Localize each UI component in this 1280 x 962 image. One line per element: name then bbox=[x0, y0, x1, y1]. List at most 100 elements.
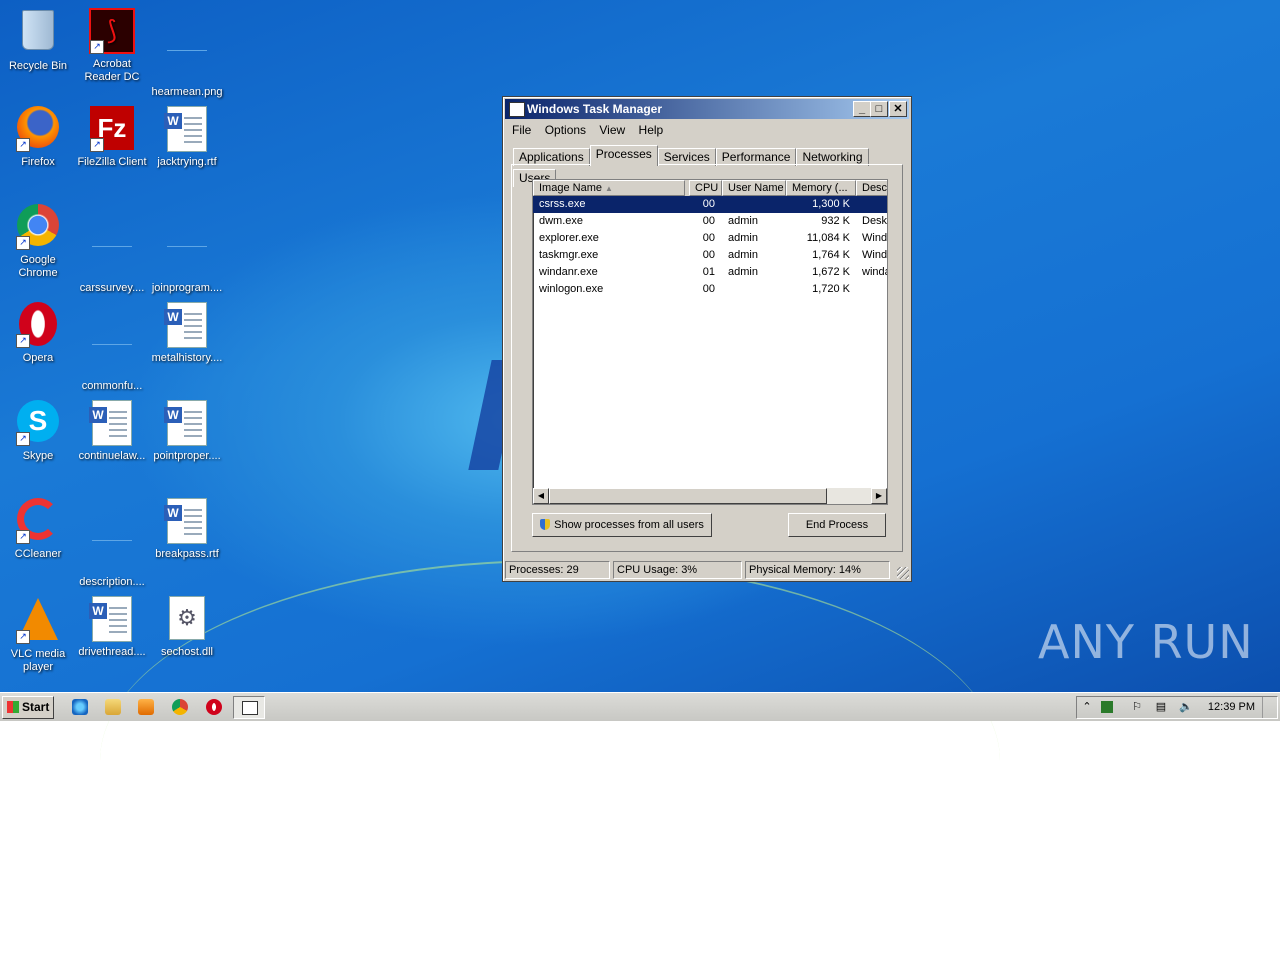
shortcut-arrow-icon: ↗ bbox=[16, 530, 30, 544]
desktop-icon-opera[interactable]: ↗ Opera bbox=[0, 300, 76, 365]
show-all-processes-button[interactable]: Show processes from all users bbox=[532, 513, 712, 537]
clock[interactable]: 12:39 PM bbox=[1208, 697, 1255, 718]
maximize-button[interactable]: □ bbox=[870, 101, 888, 117]
scroll-thumb[interactable] bbox=[549, 488, 827, 504]
cell-memory: 1,720 K bbox=[812, 283, 850, 295]
process-list[interactable]: Image Name ▲ CPU User Name Memory (... D… bbox=[532, 179, 888, 505]
table-row[interactable]: windanr.exe 01 admin 1,672 K winda bbox=[533, 264, 887, 281]
end-process-button[interactable]: End Process bbox=[788, 513, 886, 537]
table-row[interactable]: winlogon.exe 00 1,720 K bbox=[533, 281, 887, 298]
show-hidden-icons-icon[interactable]: ⌃ bbox=[1081, 701, 1093, 713]
file-icon bbox=[92, 526, 132, 541]
desktop-icon-label: sechost.dll bbox=[161, 646, 213, 658]
desktop-icon-label: joinprogram.... bbox=[151, 282, 223, 294]
volume-icon[interactable]: 🔈 bbox=[1179, 701, 1193, 713]
desktop-icon-firefox[interactable]: ↗ Firefox bbox=[0, 104, 76, 169]
cell-cpu: 00 bbox=[702, 215, 715, 227]
desktop-icon-label: VLC media player bbox=[10, 648, 66, 673]
scroll-left-icon[interactable]: ◀ bbox=[533, 488, 549, 504]
desktop-icon-vlc[interactable]: ↗ VLC media player bbox=[0, 594, 76, 674]
minimize-button[interactable]: _ bbox=[853, 101, 871, 117]
desktop-icon-dll[interactable]: ⚙ sechost.dll bbox=[149, 594, 225, 659]
desktop-icon-blank[interactable]: hearmean.png bbox=[149, 6, 225, 99]
desktop-icon-word-doc[interactable]: Wmetalhistory.... bbox=[149, 300, 225, 365]
chrome-icon[interactable] bbox=[172, 699, 188, 715]
tray-app-icon[interactable] bbox=[1101, 701, 1113, 713]
internet-explorer-icon[interactable] bbox=[72, 699, 88, 715]
scroll-right-icon[interactable]: ▶ bbox=[871, 488, 887, 504]
folder-icon[interactable] bbox=[105, 699, 121, 715]
shortcut-arrow-icon: ↗ bbox=[90, 40, 104, 54]
desktop-icon-blank[interactable]: description.... bbox=[74, 496, 150, 589]
desktop-icon-label: metalhistory.... bbox=[151, 352, 223, 364]
column-user-name[interactable]: User Name bbox=[722, 180, 786, 196]
word-document-icon: W bbox=[89, 400, 132, 446]
table-row[interactable]: taskmgr.exe 00 admin 1,764 K Wind bbox=[533, 247, 887, 264]
cell-memory: 11,084 K bbox=[806, 232, 850, 244]
menu-file[interactable]: File bbox=[507, 121, 536, 139]
cell-memory: 1,300 K bbox=[812, 198, 850, 210]
cell-cpu: 00 bbox=[702, 198, 715, 210]
start-button[interactable]: Start bbox=[2, 696, 54, 719]
media-player-icon[interactable] bbox=[138, 699, 154, 715]
menu-options[interactable]: Options bbox=[540, 121, 591, 139]
table-row[interactable]: dwm.exe 00 admin 932 K Desk bbox=[533, 213, 887, 230]
desktop-icon-ccleaner[interactable]: ↗ CCleaner bbox=[0, 496, 76, 561]
cell-name: taskmgr.exe bbox=[539, 249, 599, 261]
close-button[interactable]: ✕ bbox=[889, 101, 907, 117]
desktop-icon-label: drivethread.... bbox=[78, 646, 146, 658]
desktop-icon-skype[interactable]: S ↗ Skype bbox=[0, 398, 76, 463]
desktop-icon-blank[interactable]: carssurvey.... bbox=[74, 202, 150, 295]
column-image-name[interactable]: Image Name ▲ bbox=[533, 180, 685, 196]
desktop-icon-label: commonfu... bbox=[81, 380, 143, 392]
shortcut-arrow-icon: ↗ bbox=[16, 432, 30, 446]
sort-arrow-icon: ▲ bbox=[605, 184, 613, 193]
recycle-bin-icon bbox=[14, 10, 62, 50]
column-cpu[interactable]: CPU bbox=[689, 180, 722, 196]
desktop-icon-filezilla[interactable]: Fz ↗ FileZilla Client bbox=[74, 104, 150, 169]
opera-icon[interactable] bbox=[206, 699, 222, 715]
status-memory: Physical Memory: 14% bbox=[745, 561, 890, 579]
desktop-icon-word-doc[interactable]: Wcontinuelaw... bbox=[74, 398, 150, 463]
desktop-icon-word-doc[interactable]: Wdrivethread.... bbox=[74, 594, 150, 659]
show-desktop-button[interactable] bbox=[1262, 697, 1277, 718]
file-icon bbox=[92, 232, 132, 247]
cell-name: winlogon.exe bbox=[539, 283, 604, 295]
horizontal-scrollbar[interactable]: ◀ ▶ bbox=[533, 488, 887, 504]
desktop-icon-chrome[interactable]: ↗ Google Chrome bbox=[0, 202, 76, 280]
window-title: Windows Task Manager bbox=[527, 102, 663, 116]
network-icon[interactable]: ▤ bbox=[1155, 701, 1167, 713]
desktop-icon-label: Google Chrome bbox=[18, 254, 58, 279]
action-center-flag-icon[interactable]: ⚐ bbox=[1131, 701, 1143, 713]
resize-grip-icon[interactable] bbox=[897, 567, 909, 579]
table-row[interactable]: csrss.exe 00 1,300 K bbox=[533, 196, 887, 213]
desktop-icon-acrobat[interactable]: ⟆ ↗ Acrobat Reader DC bbox=[74, 6, 150, 84]
wallpaper-arc bbox=[100, 560, 1000, 962]
word-document-icon: W bbox=[164, 498, 207, 544]
desktop-icon-word-doc[interactable]: Wjacktrying.rtf bbox=[149, 104, 225, 169]
desktop-icon-label: Acrobat Reader DC bbox=[84, 58, 140, 83]
desktop-icon-word-doc[interactable]: Wpointproper.... bbox=[149, 398, 225, 463]
desktop-icon-blank[interactable]: commonfu... bbox=[74, 300, 150, 393]
desktop-icon-recycle-bin[interactable]: Recycle Bin bbox=[0, 6, 76, 73]
cell-cpu: 01 bbox=[702, 266, 715, 278]
desktop-icon-label: CCleaner bbox=[14, 548, 62, 560]
task-manager-window[interactable]: Windows Task Manager _ □ ✕ File Options … bbox=[502, 96, 912, 582]
desktop-icon-blank[interactable]: joinprogram.... bbox=[149, 202, 225, 295]
cell-desc: winda bbox=[862, 266, 888, 278]
cell-user: admin bbox=[728, 266, 758, 278]
table-row[interactable]: explorer.exe 00 admin 11,084 K Wind bbox=[533, 230, 887, 247]
tab-processes[interactable]: Processes bbox=[589, 145, 658, 166]
process-rows: csrss.exe 00 1,300 K dwm.exe 00 admin 932 K Des… bbox=[533, 196, 887, 298]
taskbar: Start ⌃ ⚐ ▤ 🔈 12:39 PM bbox=[0, 692, 1280, 721]
menu-help[interactable]: Help bbox=[634, 121, 669, 139]
desktop-icon-label: jacktrying.rtf bbox=[157, 156, 217, 168]
status-cpu: CPU Usage: 3% bbox=[613, 561, 742, 579]
shortcut-arrow-icon: ↗ bbox=[16, 334, 30, 348]
desktop-icon-word-doc[interactable]: Wbreakpass.rtf bbox=[149, 496, 225, 561]
menu-view[interactable]: View bbox=[594, 121, 630, 139]
task-manager-taskbar-button[interactable] bbox=[233, 696, 265, 719]
column-description[interactable]: Desc bbox=[856, 180, 887, 196]
column-memory[interactable]: Memory (... bbox=[786, 180, 856, 196]
title-bar[interactable]: Windows Task Manager _ □ ✕ bbox=[505, 99, 909, 119]
